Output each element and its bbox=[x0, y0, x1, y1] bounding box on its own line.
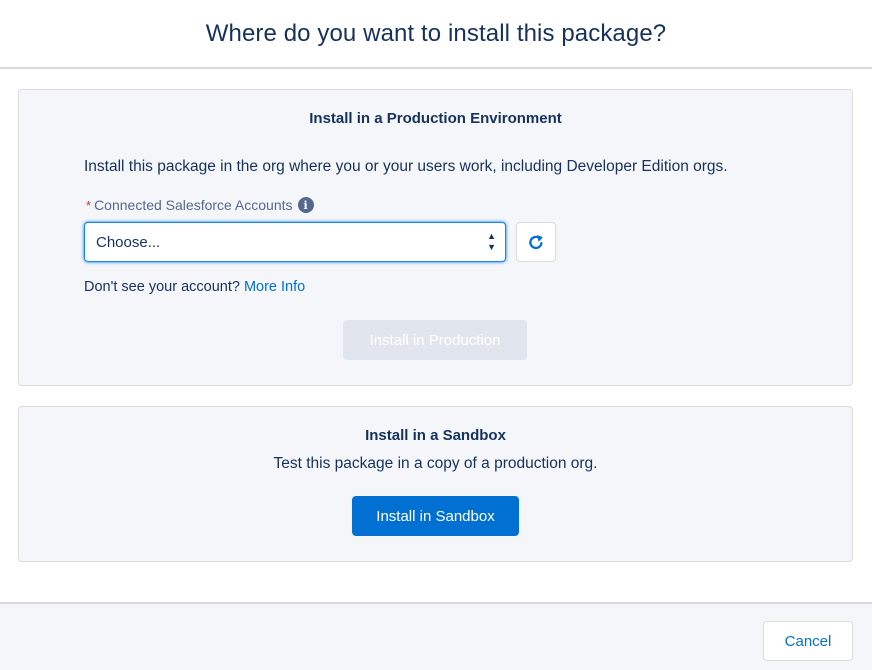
modal-header: Where do you want to install this packag… bbox=[0, 0, 872, 69]
sandbox-description: Test this package in a copy of a product… bbox=[273, 455, 598, 472]
production-card: Install in a Production Environment Inst… bbox=[18, 89, 853, 386]
required-mark: * bbox=[86, 197, 92, 213]
production-description: Install this package in the org where yo… bbox=[84, 158, 728, 175]
modal-body: Install in a Production Environment Inst… bbox=[0, 69, 872, 602]
info-icon-glyph: i bbox=[303, 198, 308, 212]
account-help: Don't see your account? More Info bbox=[84, 279, 305, 295]
production-title: Install in a Production Environment bbox=[309, 110, 562, 127]
refresh-icon bbox=[529, 234, 543, 250]
connected-accounts-select[interactable]: Choose... ▲ ▼ bbox=[84, 222, 506, 262]
account-help-text: Don't see your account? bbox=[84, 279, 240, 295]
refresh-accounts-button[interactable] bbox=[516, 222, 556, 262]
install-in-sandbox-button[interactable]: Install in Sandbox bbox=[352, 496, 519, 536]
info-icon[interactable]: i bbox=[297, 197, 314, 213]
connected-accounts-label-text: Connected Salesforce Accounts bbox=[94, 197, 293, 213]
sandbox-title: Install in a Sandbox bbox=[365, 427, 506, 444]
select-arrows-icon: ▲ ▼ bbox=[487, 231, 496, 252]
modal-title: Where do you want to install this packag… bbox=[205, 19, 667, 47]
modal-footer: Cancel bbox=[0, 602, 872, 670]
sandbox-card: Install in a Sandbox Test this package i… bbox=[18, 406, 853, 562]
install-in-production-button[interactable]: Install in Production bbox=[343, 320, 527, 360]
connected-accounts-label: * Connected Salesforce Accounts i bbox=[86, 197, 314, 213]
select-value: Choose... bbox=[96, 233, 161, 251]
more-info-link[interactable]: More Info bbox=[244, 279, 305, 295]
cancel-button[interactable]: Cancel bbox=[763, 621, 853, 661]
